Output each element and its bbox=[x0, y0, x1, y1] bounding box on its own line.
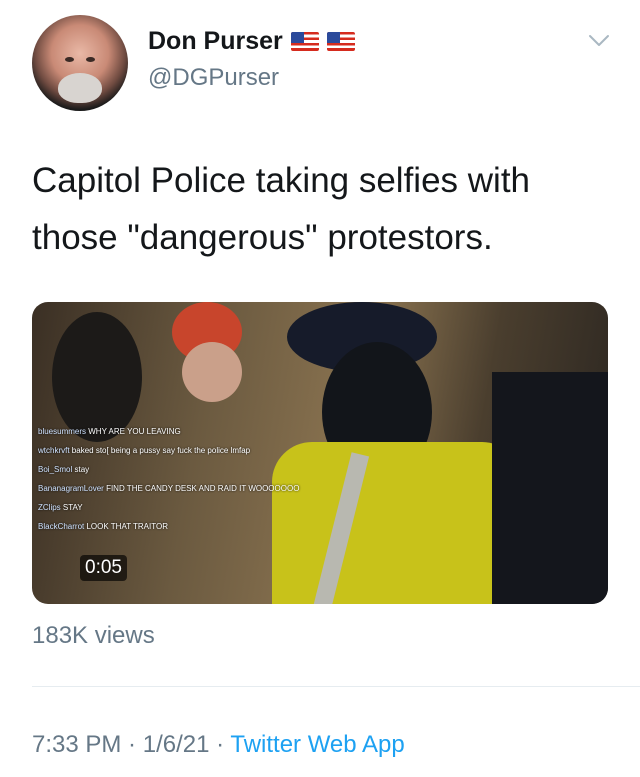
avatar-eye bbox=[86, 57, 95, 62]
us-flag-icon bbox=[290, 32, 319, 51]
author-handle[interactable]: @DGPurser bbox=[148, 64, 279, 92]
tweet-text: Capitol Police taking selfies with those… bbox=[32, 161, 531, 257]
view-count: 183K views bbox=[32, 622, 155, 649]
stream-chat: bluesummers WHY ARE YOU LEAVING wtchkrvf… bbox=[38, 426, 308, 540]
chat-line: Boi_Smol stay bbox=[38, 465, 90, 474]
chevron-down-icon[interactable] bbox=[587, 28, 611, 52]
meta-separator: · bbox=[121, 731, 143, 758]
us-flag-icon bbox=[326, 32, 355, 51]
tweet-meta: 7:33 PM · 1/6/21 · Twitter Web App bbox=[32, 731, 405, 759]
video-timer: 0:05 bbox=[80, 555, 127, 581]
author-name[interactable]: Don Purser bbox=[148, 27, 283, 56]
meta-separator: · bbox=[209, 731, 231, 758]
video-figure bbox=[182, 342, 242, 402]
video-vest bbox=[272, 442, 522, 604]
tweet-date[interactable]: 1/6/21 bbox=[143, 731, 210, 758]
video-figure bbox=[492, 372, 608, 604]
chat-line: wtchkrvft baked sto[ being a pussy say f… bbox=[38, 446, 251, 455]
chat-line: bluesummers WHY ARE YOU LEAVING bbox=[38, 427, 181, 436]
author-name-row: Don Purser bbox=[148, 27, 355, 56]
avatar-beard bbox=[58, 73, 102, 103]
video-player[interactable]: bluesummers WHY ARE YOU LEAVING wtchkrvf… bbox=[32, 302, 608, 604]
video-figure bbox=[52, 312, 142, 442]
tweet-time[interactable]: 7:33 PM bbox=[32, 731, 121, 758]
avatar-eye bbox=[65, 57, 74, 62]
source-app-link[interactable]: Twitter Web App bbox=[230, 731, 404, 758]
chat-line: BlackCharrot LOOK THAT TRAITOR bbox=[38, 522, 168, 531]
chat-line: ZClips STAY bbox=[38, 503, 83, 512]
avatar[interactable] bbox=[32, 15, 128, 111]
divider bbox=[32, 686, 640, 687]
chat-line: BananagramLover FIND THE CANDY DESK AND … bbox=[38, 484, 300, 493]
